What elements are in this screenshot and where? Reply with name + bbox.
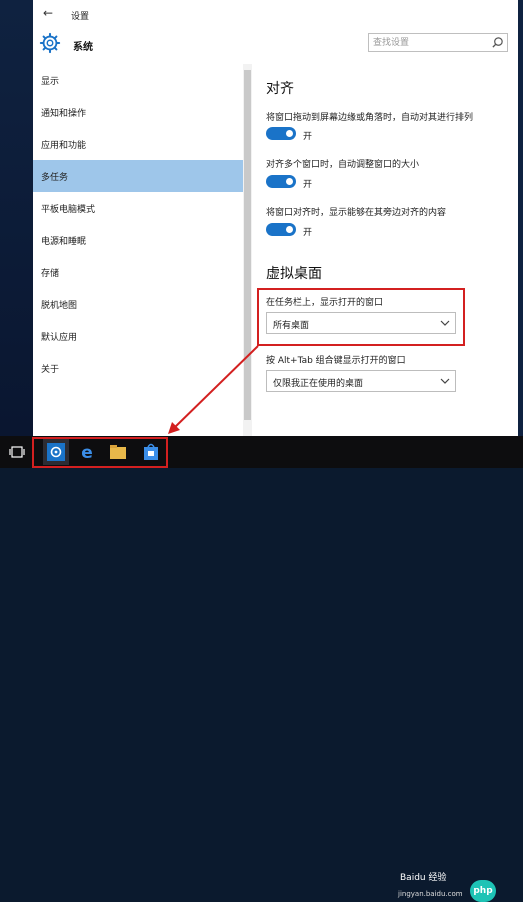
sidebar-item-label: 脱机地图	[41, 301, 78, 311]
sidebar-item-storage[interactable]: 存储	[33, 256, 243, 288]
sidebar-item-apps[interactable]: 应用和功能	[33, 128, 243, 160]
sidebar-item-multitasking[interactable]: 多任务	[33, 160, 243, 192]
search-icon[interactable]	[491, 36, 504, 49]
snap-heading: 对齐	[266, 81, 294, 97]
watermark-logo: php	[470, 880, 496, 902]
toggle-knob	[286, 226, 293, 233]
snap-option-2-label: 对齐多个窗口时，自动调整窗口的大小	[266, 160, 420, 170]
highlight-box-taskbar-icons	[32, 437, 168, 468]
desktop-background	[0, 0, 33, 436]
snap-option-3-toggle[interactable]	[266, 223, 296, 236]
watermark-site: jingyan.baidu.com	[398, 890, 463, 898]
page-header: 系统	[33, 30, 518, 60]
content-pane: 对齐 将窗口拖动到屏幕边缘或角落时，自动对其进行排列 开 对齐多个窗口时，自动调…	[252, 64, 518, 436]
sidebar-item-label: 电源和睡眠	[41, 237, 87, 247]
back-arrow-icon[interactable]: ←	[43, 6, 53, 20]
sidebar-item-tablet-mode[interactable]: 平板电脑模式	[33, 192, 243, 224]
snap-option-1-label: 将窗口拖动到屏幕边缘或角落时，自动对其进行排列	[266, 113, 474, 123]
sidebar-item-label: 默认应用	[41, 333, 78, 343]
snap-option-1-toggle[interactable]	[266, 127, 296, 140]
toggle-knob	[286, 178, 293, 185]
alttab-select[interactable]: 仅限我正在使用的桌面	[266, 370, 456, 392]
snap-option-2-state: 开	[303, 180, 313, 190]
watermark-brand: Baidu 经验	[400, 873, 447, 883]
window-title: 设置	[71, 12, 90, 22]
sidebar-item-about[interactable]: 关于	[33, 352, 243, 384]
settings-window: ← 设置 系统 显示 通知和操作 应用和功能 多任务 平板电脑模式	[33, 0, 518, 436]
search-input[interactable]	[373, 34, 485, 51]
task-view-icon[interactable]	[4, 439, 30, 465]
sidebar-scrollbar[interactable]	[243, 64, 252, 436]
desktop-background-right	[518, 0, 523, 436]
scrollbar-thumb[interactable]	[244, 70, 251, 420]
sidebar-item-label: 显示	[41, 77, 60, 87]
sidebar-item-display[interactable]: 显示	[33, 64, 243, 96]
alttab-label: 按 Alt+Tab 组合键显示打开的窗口	[266, 356, 406, 366]
virtual-desktops-heading: 虚拟桌面	[266, 266, 322, 282]
sidebar-item-power-sleep[interactable]: 电源和睡眠	[33, 224, 243, 256]
highlight-box-taskbar-setting	[257, 288, 465, 346]
snap-option-3-state: 开	[303, 228, 313, 238]
sidebar-item-label: 应用和功能	[41, 141, 87, 151]
sidebar-item-label: 通知和操作	[41, 109, 87, 119]
search-box[interactable]	[368, 33, 508, 52]
sidebar-item-label: 存储	[41, 269, 60, 279]
alttab-value: 仅限我正在使用的桌面	[273, 379, 364, 389]
sidebar: 显示 通知和操作 应用和功能 多任务 平板电脑模式 电源和睡眠 存储 脱机地图 …	[33, 64, 243, 436]
sidebar-item-label: 平板电脑模式	[41, 205, 96, 215]
chevron-down-icon	[440, 378, 450, 384]
sidebar-item-label: 多任务	[41, 173, 69, 183]
sidebar-item-default-apps[interactable]: 默认应用	[33, 320, 243, 352]
sidebar-item-label: 关于	[41, 365, 60, 375]
sidebar-item-notifications[interactable]: 通知和操作	[33, 96, 243, 128]
toggle-knob	[286, 130, 293, 137]
sidebar-item-offline-maps[interactable]: 脱机地图	[33, 288, 243, 320]
gear-icon	[39, 32, 61, 54]
title-bar: ← 设置	[33, 0, 518, 30]
snap-option-1-state: 开	[303, 132, 313, 142]
snap-option-3-label: 将窗口对齐时，显示能够在其旁边对齐的内容	[266, 208, 447, 218]
page-title: 系统	[73, 42, 93, 53]
snap-option-2-toggle[interactable]	[266, 175, 296, 188]
